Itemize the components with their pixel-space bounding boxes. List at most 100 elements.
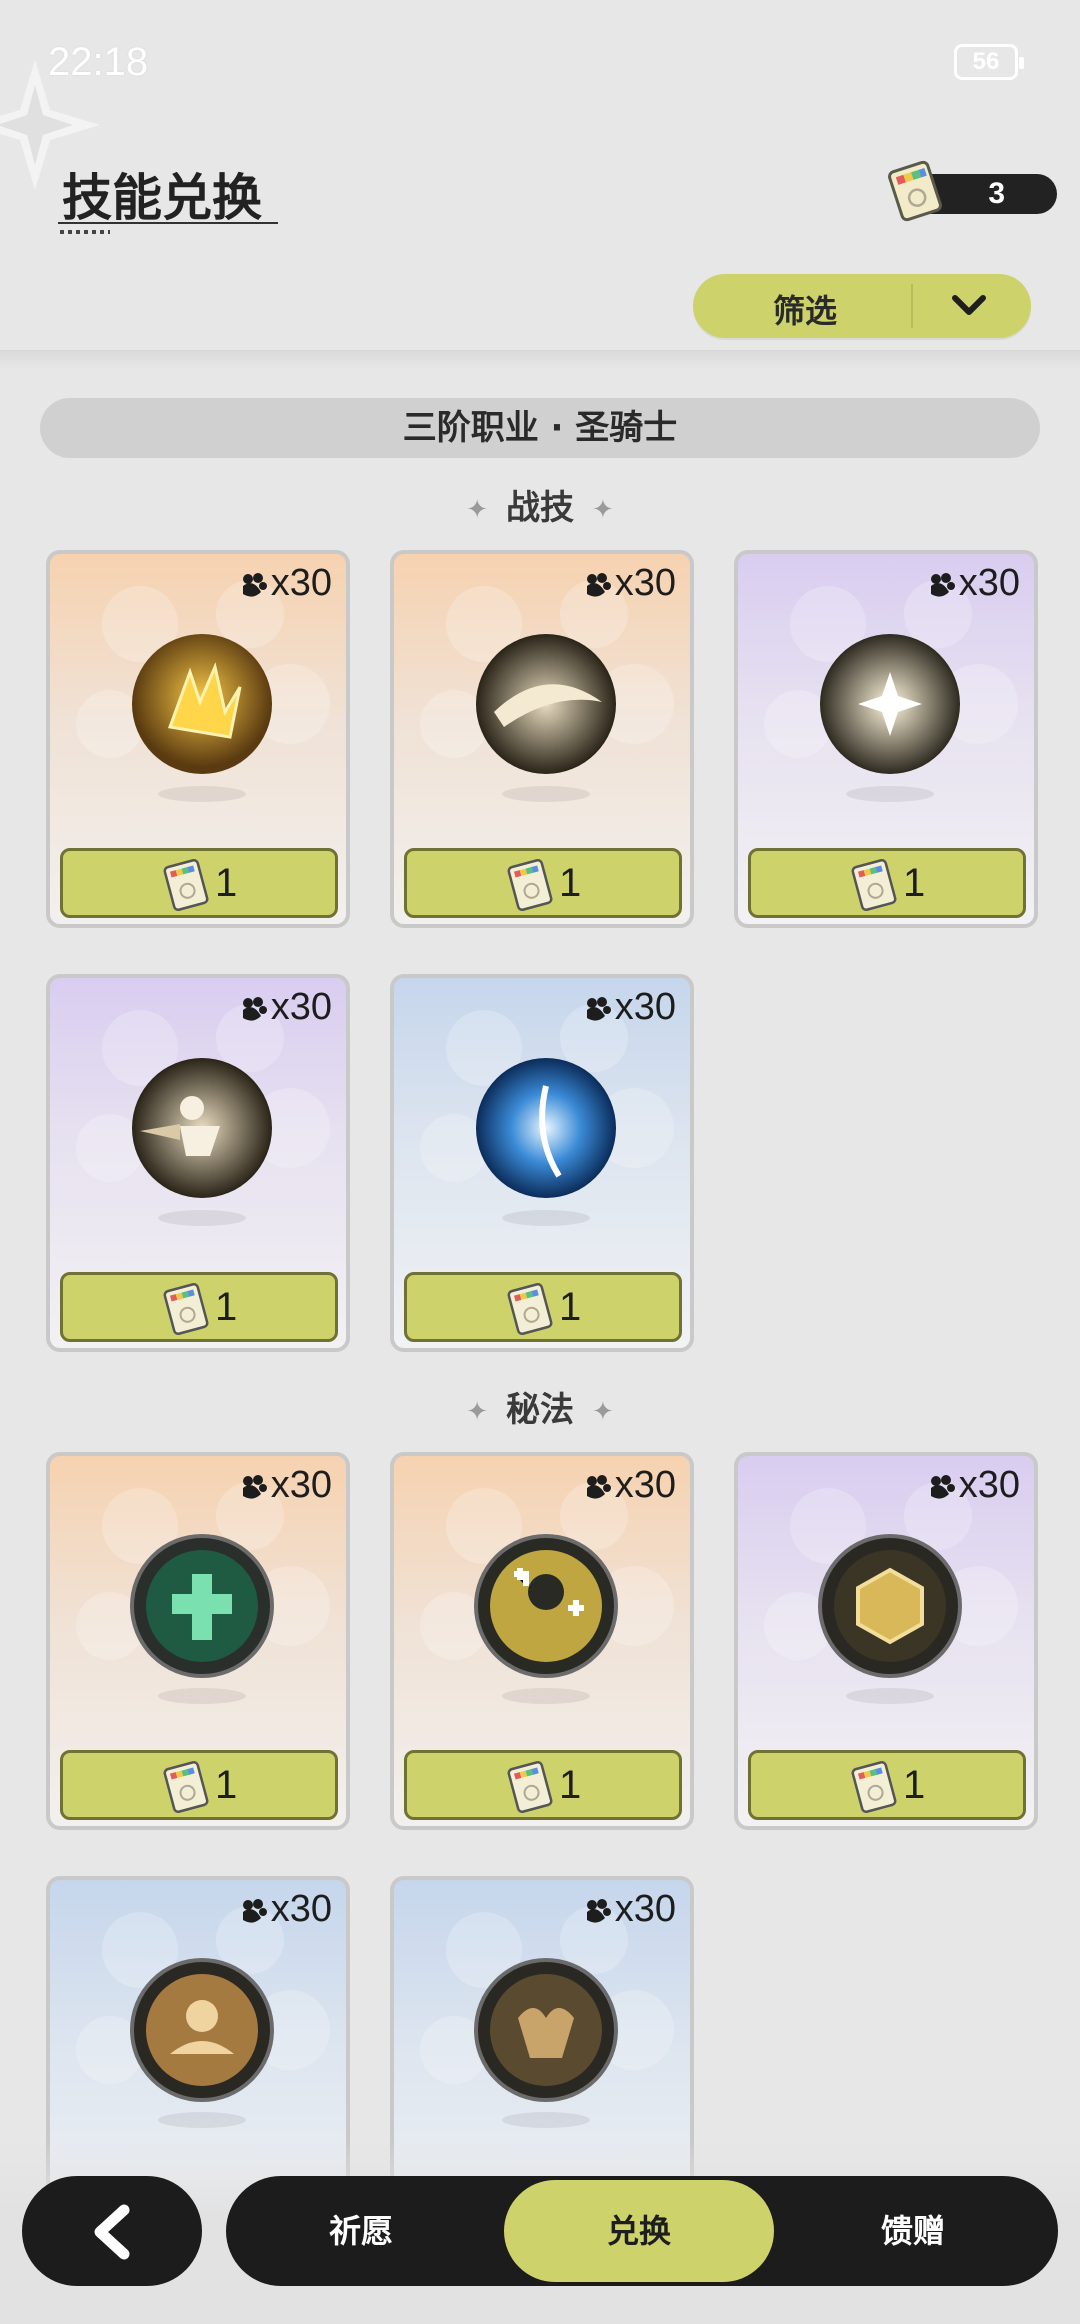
star-burst-skill-icon [820,634,960,774]
page-title: 技能兑换 [62,169,262,227]
icon-shadow [158,2112,246,2128]
skill-card[interactable]: x30 1 [734,1452,1038,1830]
ticket-icon [851,858,897,912]
cost-value: x30 [614,986,676,1028]
back-button[interactable] [22,2176,202,2286]
cost-value: x30 [270,562,332,604]
chevron-down-icon [952,295,986,315]
slash-wave-skill-icon [476,634,616,774]
icon-shadow [502,786,590,802]
filter-button[interactable]: 筛选 [693,274,1031,338]
skill-card[interactable]: x30 1 [390,974,694,1352]
paw-icon [242,1474,267,1499]
ticket-icon [507,858,553,912]
sparkle-icon: ✦ [466,1396,488,1427]
back-arrow-icon [94,2204,130,2260]
skill-card[interactable]: x30 1 [390,1452,694,1830]
ticket-icon [507,1760,553,1814]
currency-value: 3 [988,177,1005,210]
ticket-icon [888,160,942,222]
exchange-button[interactable]: 1 [60,1272,338,1342]
cost-label: x30 [927,1464,1020,1507]
currency-counter[interactable]: 3 [888,160,1057,222]
skill-card[interactable]: x30 1 [734,550,1038,928]
section-title: 三阶职业 · 圣骑士 [40,398,1040,458]
status-bar: 22:18 56 [0,0,1080,120]
title-underline [58,222,278,224]
ticket-icon [163,1760,209,1814]
paw-icon [242,996,267,1021]
dash-strike-skill-icon [132,1058,272,1198]
sparkle-icon: ✦ [592,494,614,525]
cost-label: x30 [583,986,676,1029]
paw-icon [930,1474,955,1499]
cost-label: x30 [239,562,332,605]
skill-card[interactable]: x30 1 [46,974,350,1352]
exchange-button[interactable]: 1 [404,1272,682,1342]
exchange-button[interactable]: 1 [748,848,1026,918]
cost-label: x30 [583,1464,676,1507]
icon-shadow [502,1210,590,1226]
holy-cross-skill-icon [130,1534,274,1678]
paw-icon [586,996,611,1021]
cost-value: x30 [614,562,676,604]
filter-label: 筛选 [773,292,838,330]
icon-shadow [502,2112,590,2128]
ticket-icon [163,858,209,912]
guard-hands-skill-icon [474,1958,618,2102]
cost-value: x30 [958,1464,1020,1506]
cost-value: x30 [958,562,1020,604]
exchange-button[interactable]: 1 [60,1750,338,1820]
cost-value: x30 [270,986,332,1028]
exchange-price: 1 [559,1285,582,1329]
exchange-price: 1 [215,1285,238,1329]
tab-wish[interactable]: 祈愿 [226,2176,496,2286]
skill-card[interactable]: x30 1 [46,550,350,928]
icon-shadow [158,786,246,802]
exchange-price: 1 [559,1763,582,1807]
cost-value: x30 [270,1464,332,1506]
icon-shadow [846,1688,934,1704]
exchange-price: 1 [215,861,238,905]
ticket-icon [851,1760,897,1814]
title-dots [60,230,110,234]
group-label-combat: ✦ 战技 ✦ [0,480,1080,529]
cost-value: x30 [270,1888,332,1930]
paw-icon [930,572,955,597]
tab-gift[interactable]: 馈赠 [778,2176,1048,2286]
paw-icon [586,1898,611,1923]
icon-shadow [502,1688,590,1704]
group-label-text: 秘法 [506,1390,574,1430]
sparkle-icon: ✦ [466,494,488,525]
tab-exchange[interactable]: 兑换 [504,2180,774,2282]
exchange-button[interactable]: 1 [748,1750,1026,1820]
skill-card[interactable]: x30 1 [46,1452,350,1830]
sparkle-icon: ✦ [592,1396,614,1427]
paw-icon [242,572,267,597]
exchange-price: 1 [215,1763,238,1807]
exchange-button[interactable]: 1 [60,848,338,918]
header-divider [0,350,1080,370]
cost-label: x30 [239,986,332,1029]
icon-shadow [158,1210,246,1226]
exchange-price: 1 [559,861,582,905]
hex-shield-skill-icon [818,1534,962,1678]
paw-icon [242,1898,267,1923]
ice-vortex-skill-icon [476,1058,616,1198]
exchange-button[interactable]: 1 [404,848,682,918]
cost-value: x30 [614,1464,676,1506]
skill-card[interactable]: x30 1 [390,550,694,928]
exchange-price: 1 [903,1763,926,1807]
icon-shadow [846,786,934,802]
strength-buff-skill-icon [130,1958,274,2102]
paw-icon [586,1474,611,1499]
exchange-button[interactable]: 1 [404,1750,682,1820]
cost-value: x30 [614,1888,676,1930]
ticket-icon [507,1282,553,1336]
cost-label: x30 [239,1464,332,1507]
heal-ally-skill-icon [474,1534,618,1678]
sword-flame-skill-icon [132,634,272,774]
battery-icon: 56 [954,44,1024,80]
cost-label: x30 [583,1888,676,1931]
cost-label: x30 [927,562,1020,605]
